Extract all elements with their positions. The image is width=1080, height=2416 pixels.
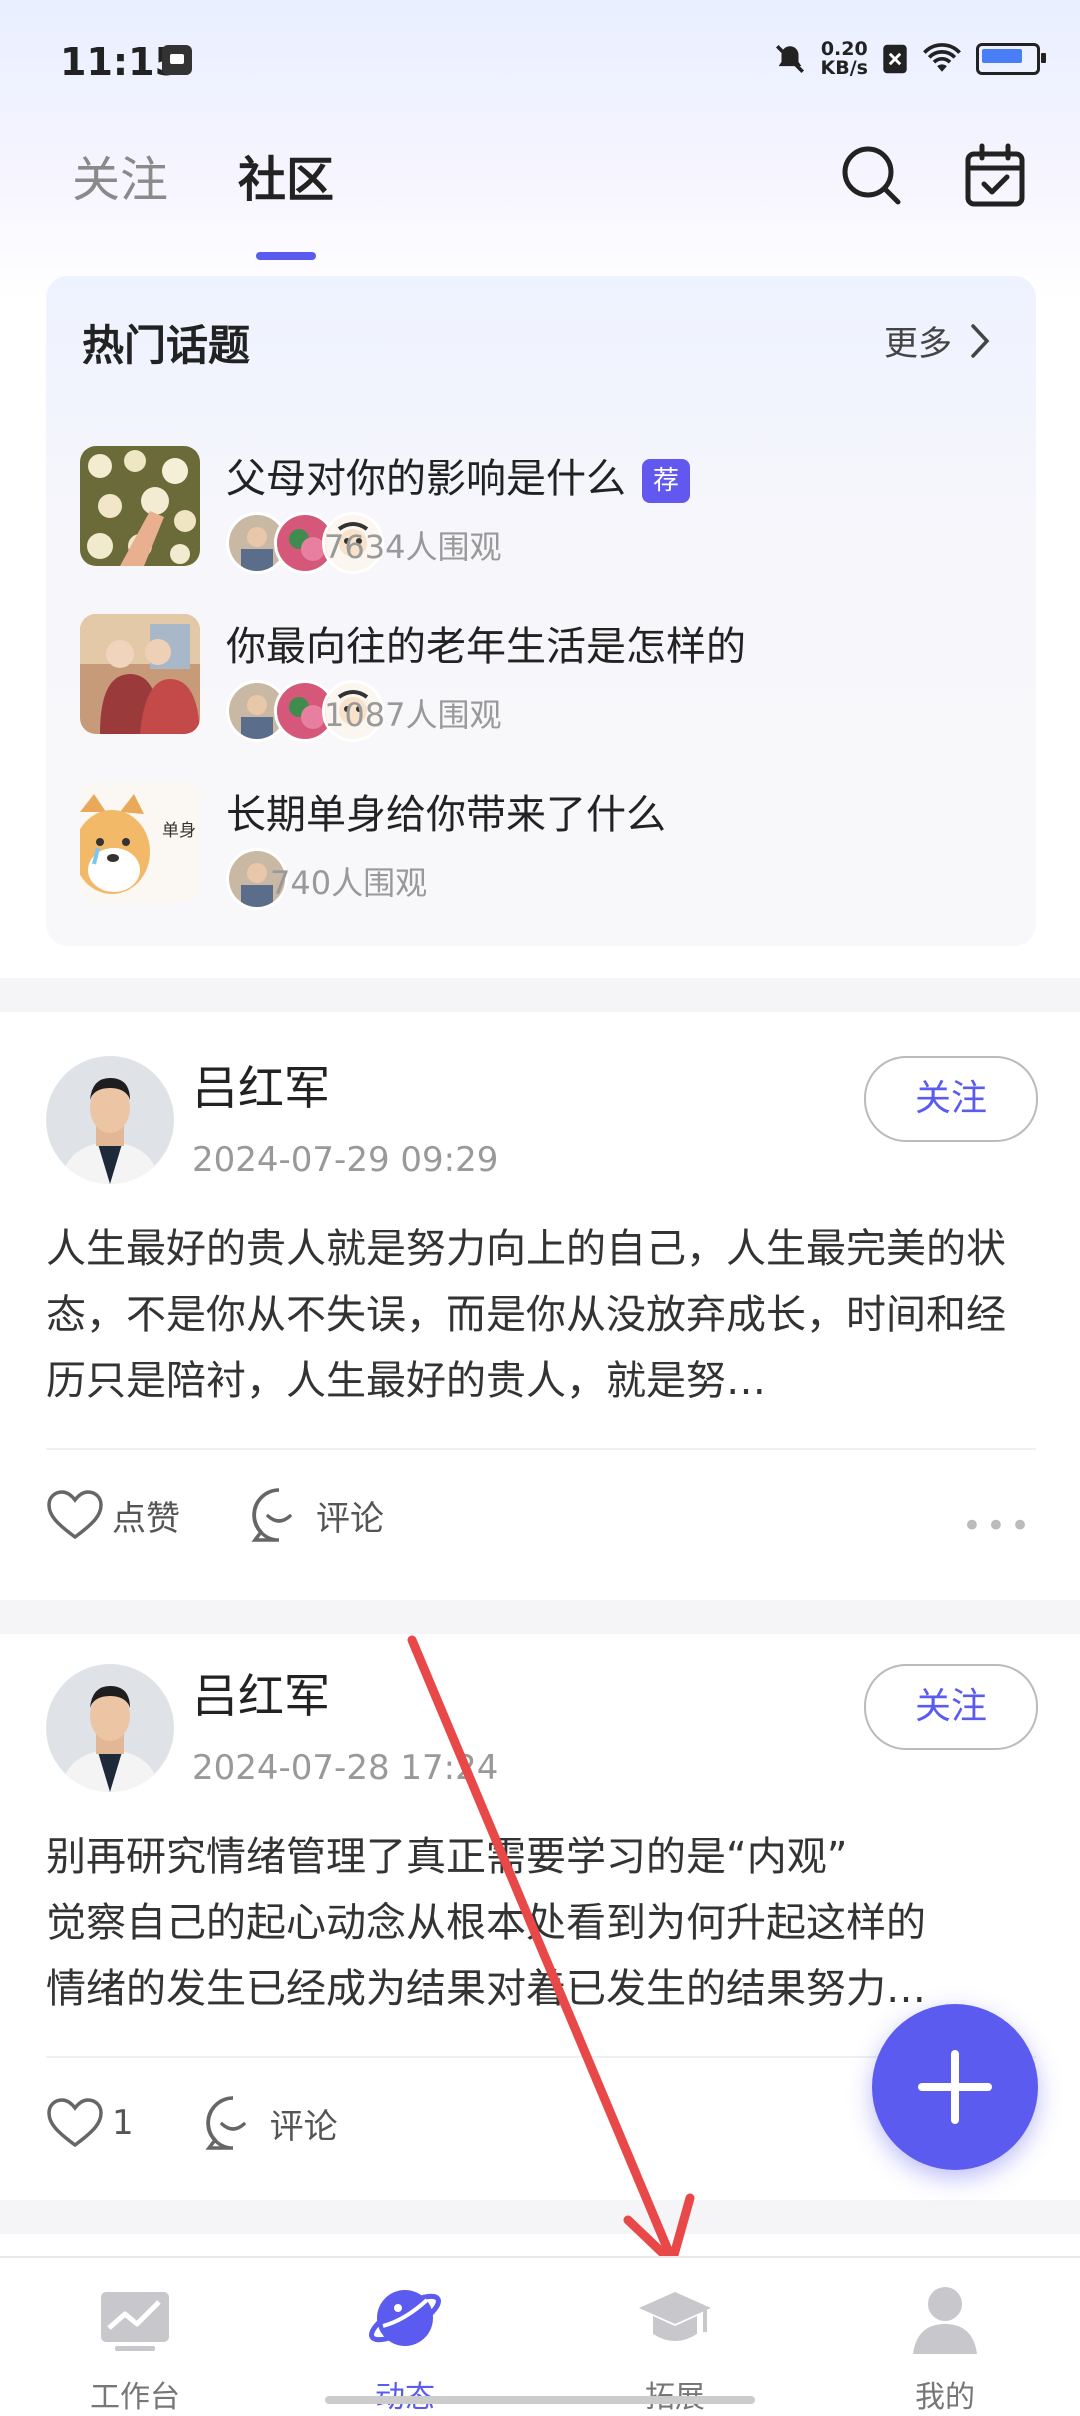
topic-title: 父母对你的影响是什么 <box>226 456 626 502</box>
post-time: 2024-07-29 09:29 <box>192 1140 499 1180</box>
follow-button[interactable]: 关注 <box>864 1056 1038 1142</box>
chart-icon <box>101 2292 169 2351</box>
person-icon <box>913 2287 977 2354</box>
topic-item[interactable]: 你最向往的老年生活是怎样的 1087人围观 <box>80 614 1000 744</box>
nav-item-workbench[interactable]: 工作台 <box>35 2278 235 2416</box>
status-bar: 11:15 0.20 KB/s <box>0 0 1080 125</box>
create-post-button[interactable] <box>872 2004 1038 2170</box>
hot-topics-more-button[interactable]: 更多 <box>884 316 990 365</box>
post-author[interactable]: 吕红军 <box>192 1052 330 1118</box>
like-button[interactable]: 1 <box>46 2097 134 2149</box>
topic-item[interactable]: 单身 长期单身给你带来了什么 740人围观 <box>80 782 1000 912</box>
topic-view-count: 7634人围观 <box>324 528 502 566</box>
recommended-badge: 荐 <box>642 459 690 503</box>
no-sim-icon <box>883 44 907 74</box>
wifi-icon <box>923 43 961 72</box>
comment-button[interactable]: 评论 <box>250 1486 384 1544</box>
post-content[interactable]: 人生最好的贵人就是努力向上的自己，人生最完美的状态，不是你从不失误，而是你从没放… <box>46 1216 1036 1414</box>
section-divider <box>0 1600 1080 1634</box>
hot-topics-title: 热门话题 <box>82 321 251 370</box>
hot-topics-card: 热门话题 更多 父母对你的影响是什么荐 7634人围观 你最向往的老年生活是怎样… <box>46 276 1036 946</box>
topic-thumbnail <box>80 614 200 734</box>
comment-button[interactable]: 评论 <box>204 2094 338 2152</box>
nav-label: 拓展 <box>575 2372 775 2416</box>
like-count: 1 <box>112 2103 134 2143</box>
topic-view-count: 740人围观 <box>270 864 428 902</box>
search-icon[interactable] <box>836 140 906 210</box>
more-label: 更多 <box>884 324 952 364</box>
mute-bell-icon <box>775 44 804 74</box>
chevron-right-icon <box>971 323 990 358</box>
heart-icon <box>47 2098 103 2148</box>
follow-button[interactable]: 关注 <box>864 1664 1038 1750</box>
home-indicator <box>325 2396 755 2404</box>
avatar[interactable] <box>46 1056 174 1184</box>
topic-title: 长期单身给你带来了什么 <box>226 792 666 838</box>
divider <box>46 1448 1036 1450</box>
sim-card-icon <box>162 45 192 75</box>
topic-thumbnail: 单身 <box>80 782 200 902</box>
nav-label: 动态 <box>305 2372 505 2416</box>
comment-icon <box>251 1488 292 1542</box>
nav-label: 我的 <box>915 2380 975 2415</box>
topic-view-count: 1087人围观 <box>324 696 502 734</box>
tab-community[interactable]: 社区 <box>238 140 334 210</box>
planet-icon <box>369 2290 441 2346</box>
avatar[interactable] <box>46 1664 174 1792</box>
more-options-icon[interactable]: ••• <box>962 1506 1034 1546</box>
tab-following[interactable]: 关注 <box>72 140 168 210</box>
viewer-avatars <box>226 848 288 910</box>
plus-icon <box>918 2050 992 2124</box>
post-author[interactable]: 吕红军 <box>192 1660 330 1726</box>
calendar-check-icon[interactable] <box>960 140 1030 210</box>
post-content-line: 觉察自己的起心动念从根本处看到为何升起这样的 <box>46 1900 926 1946</box>
graduation-cap-icon <box>639 2292 711 2341</box>
bottom-nav: 工作台 动态 拓展 我的 <box>0 2256 1080 2415</box>
nav-item-profile[interactable]: 我的 <box>845 2278 1045 2416</box>
post-content[interactable]: 别再研究情绪管理了真正需要学习的是“内观” 觉察自己的起心动念从根本处看到为何升… <box>46 1824 1036 2022</box>
thumbnail-caption: 单身 <box>162 821 196 841</box>
battery-icon <box>976 43 1046 75</box>
net-speed-unit: KB/s <box>820 57 868 79</box>
doge-illustration <box>80 794 150 894</box>
post-content-line: 别再研究情绪管理了真正需要学习的是“内观” <box>46 1834 848 1880</box>
nav-label: 工作台 <box>90 2380 180 2415</box>
comment-label: 评论 <box>316 1498 384 1539</box>
comment-label: 评论 <box>269 2106 338 2147</box>
like-label: 点赞 <box>112 1498 180 1539</box>
heart-icon <box>47 1490 103 1540</box>
topic-thumbnail <box>80 446 200 566</box>
topic-item[interactable]: 父母对你的影响是什么荐 7634人围观 <box>80 446 1000 576</box>
header-tabs: 关注 社区 <box>72 140 334 210</box>
comment-icon <box>205 2096 246 2150</box>
topic-title: 你最向往的老年生活是怎样的 <box>226 624 746 670</box>
section-divider <box>0 978 1080 1012</box>
section-divider <box>0 2200 1080 2234</box>
like-button[interactable]: 点赞 <box>46 1489 180 1541</box>
post-time: 2024-07-28 17:24 <box>192 1748 499 1788</box>
